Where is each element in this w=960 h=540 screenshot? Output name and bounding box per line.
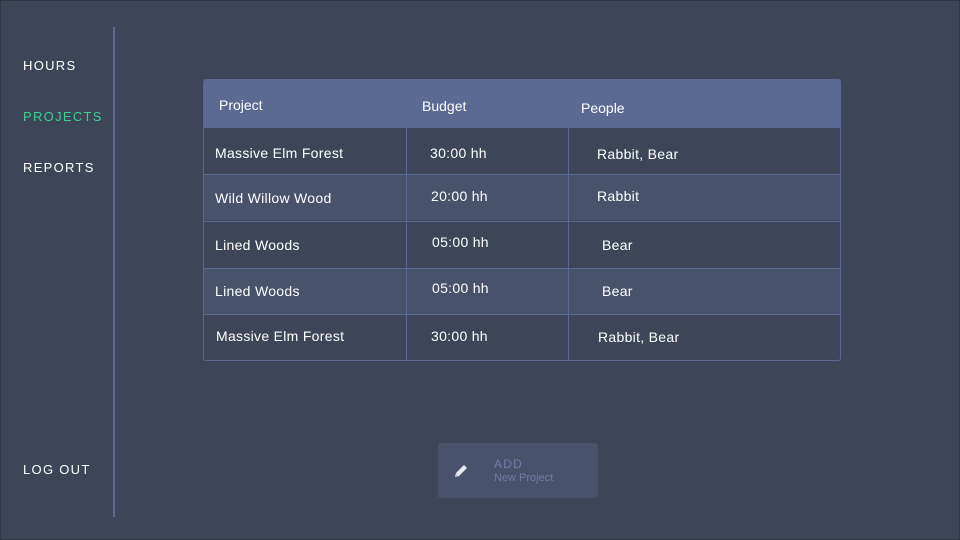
nav-item-reports[interactable]: REPORTS xyxy=(23,160,95,176)
cell-budget: 20:00 hh xyxy=(431,188,488,204)
app-window: HOURS PROJECTS REPORTS LOG OUT Project B… xyxy=(0,0,960,540)
cell-project: Massive Elm Forest xyxy=(216,328,345,344)
cell-people: Rabbit xyxy=(597,188,640,204)
table-row[interactable]: Wild Willow Wood 20:00 hh Rabbit xyxy=(204,174,840,220)
column-divider xyxy=(568,127,569,360)
cell-project: Lined Woods xyxy=(215,237,300,253)
table-row[interactable]: Lined Woods 05:00 hh Bear xyxy=(204,221,840,267)
add-project-button[interactable]: ADD New Project xyxy=(438,443,598,498)
logout-button[interactable]: LOG OUT xyxy=(23,462,91,478)
cell-people: Bear xyxy=(602,283,633,299)
cell-people: Rabbit, Bear xyxy=(598,329,680,345)
sidebar-divider xyxy=(113,27,115,517)
column-header-project[interactable]: Project xyxy=(219,97,263,113)
nav-item-projects[interactable]: PROJECTS xyxy=(23,109,103,125)
nav-item-hours[interactable]: HOURS xyxy=(23,58,76,74)
add-button-title: ADD xyxy=(494,457,523,471)
column-divider xyxy=(406,127,407,360)
table-row[interactable]: Lined Woods 05:00 hh Bear xyxy=(204,268,840,314)
column-header-budget[interactable]: Budget xyxy=(422,98,466,114)
cell-project: Massive Elm Forest xyxy=(215,145,344,161)
table-row[interactable]: Massive Elm Forest 30:00 hh Rabbit, Bear xyxy=(204,314,840,360)
cell-budget: 05:00 hh xyxy=(432,280,489,296)
cell-budget: 05:00 hh xyxy=(432,234,489,250)
projects-table: Project Budget People Massive Elm Forest… xyxy=(203,79,841,361)
cell-project: Wild Willow Wood xyxy=(215,190,332,206)
cell-project: Lined Woods xyxy=(215,283,300,299)
table-row[interactable]: Massive Elm Forest 30:00 hh Rabbit, Bear xyxy=(204,127,840,173)
pencil-icon xyxy=(455,465,467,477)
cell-budget: 30:00 hh xyxy=(431,328,488,344)
add-button-subtitle: New Project xyxy=(494,472,554,484)
cell-people: Bear xyxy=(602,237,633,253)
cell-budget: 30:00 hh xyxy=(430,145,487,161)
cell-people: Rabbit, Bear xyxy=(597,146,679,162)
table-header: Project Budget People xyxy=(204,80,840,127)
column-header-people[interactable]: People xyxy=(581,100,625,116)
